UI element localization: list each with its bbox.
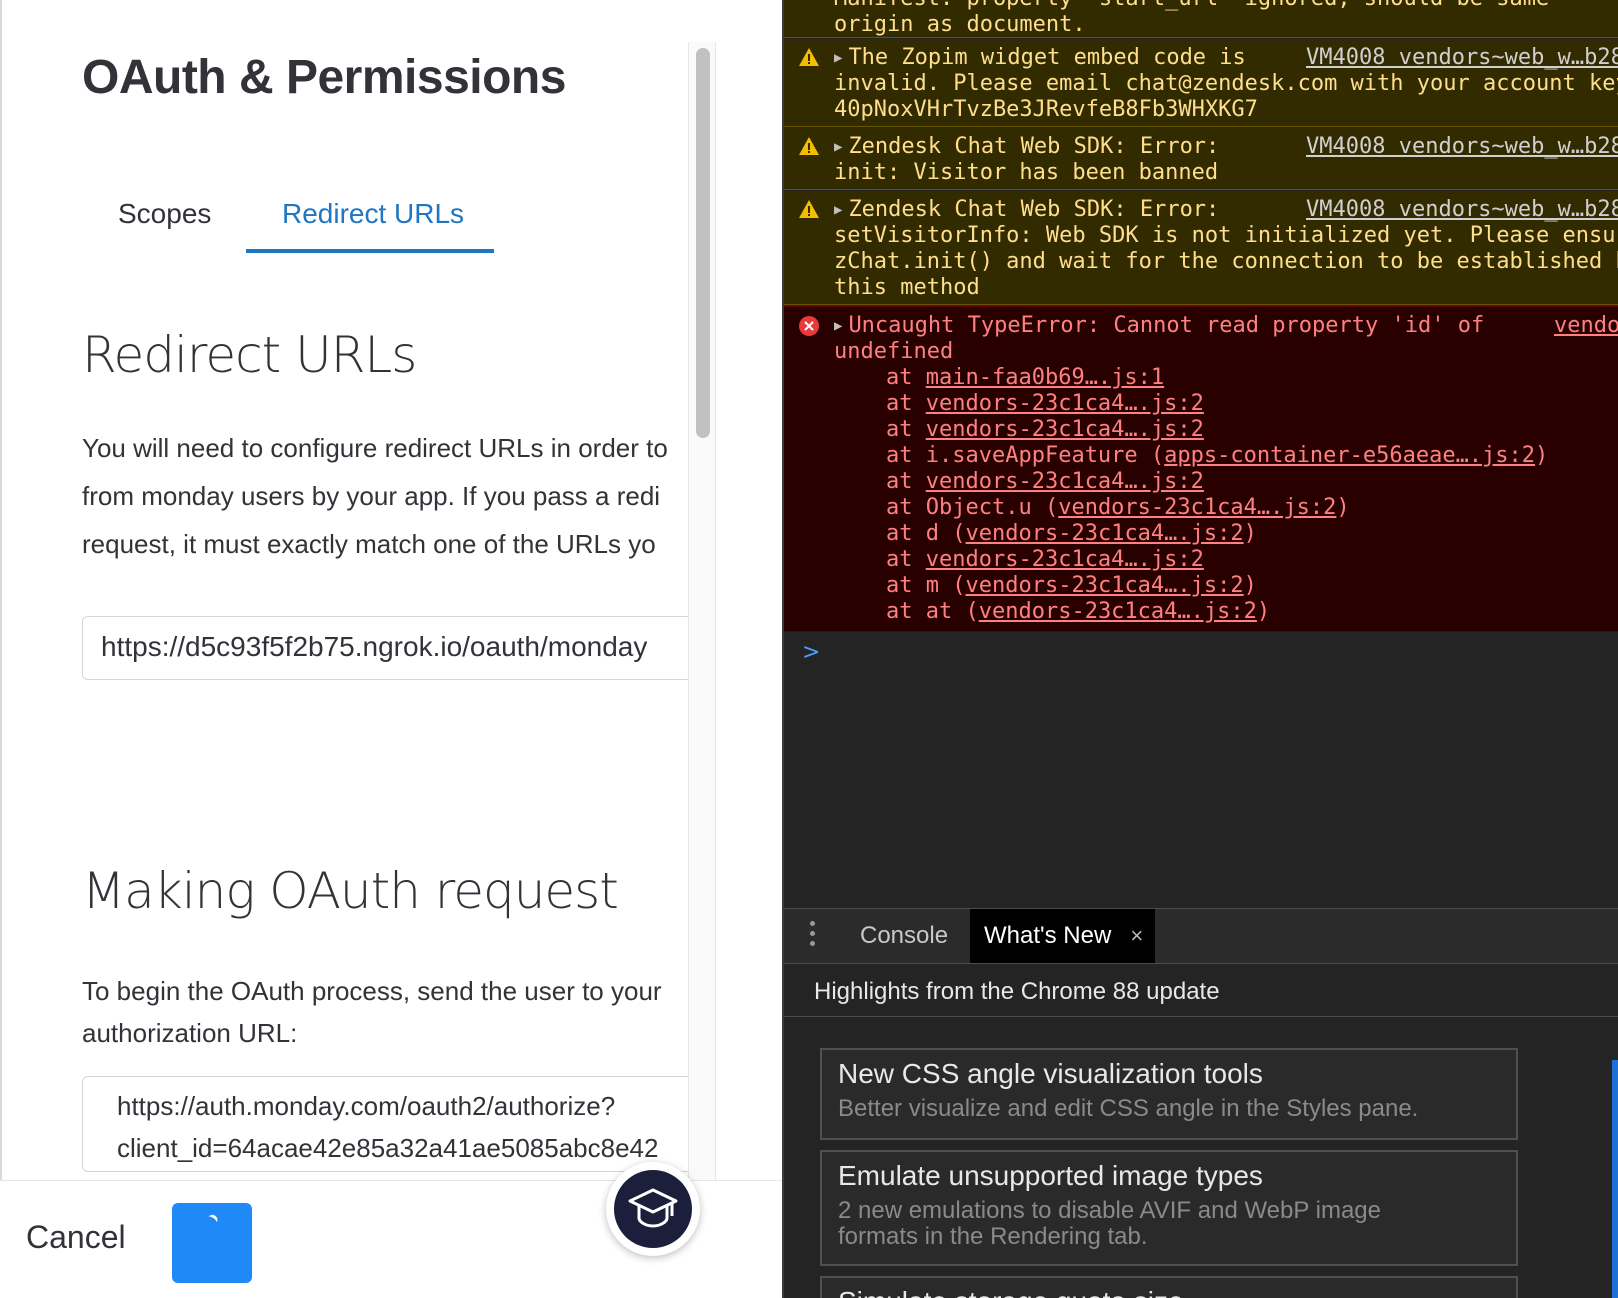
description-line: from monday users by your app. If you pa…	[82, 481, 661, 511]
warning-icon	[799, 200, 819, 218]
feature-card-title: Emulate unsupported image types	[838, 1160, 1263, 1191]
console-error[interactable]: ▶ Uncaught TypeError: Cannot read propert…	[784, 306, 1618, 632]
authorize-url-line: https://auth.monday.com/oauth2/authorize…	[117, 1091, 616, 1121]
feature-card-desc: 2 new emulations to disable AVIF and Web…	[838, 1197, 1381, 1250]
stack-frame-link[interactable]: vendors-23c1ca4….js:2	[966, 573, 1244, 598]
error-icon	[799, 316, 819, 336]
message-line: Manifest: property 'start_url' ignored, …	[834, 0, 1549, 12]
stack-frame-link[interactable]: apps-container-e56aeae….js:2	[1164, 443, 1535, 468]
console-warning[interactable]: ▶ Zendesk Chat Web SDK: Error: VM4008 ven…	[784, 128, 1618, 190]
stack-frame-link[interactable]: main-faa0b69….js:1	[926, 365, 1164, 390]
console-warning[interactable]: ▶ Zendesk Chat Web SDK: Error: VM4008 ven…	[784, 191, 1618, 305]
stack-frame-link[interactable]: vendors-23c1ca4….js:2	[1058, 495, 1336, 520]
tab-bar: Scopes Redirect URLs	[82, 190, 682, 258]
tab-scopes[interactable]: Scopes	[118, 198, 211, 230]
settings-content: OAuth & Permissions Scopes Redirect URLs…	[0, 0, 690, 1180]
message-line: Zendesk Chat Web SDK: Error:	[848, 197, 1220, 222]
message-line: undefined	[834, 339, 954, 364]
devtools-pane: Manifest: property 'start_url' ignored, …	[782, 0, 1618, 1298]
expand-arrow-icon[interactable]: ▶	[834, 197, 842, 223]
highlights-title: Highlights from the Chrome 88 update	[814, 978, 1220, 1005]
feature-card-desc: Better visualize and edit CSS angle in t…	[838, 1095, 1419, 1122]
expand-arrow-icon[interactable]: ▶	[834, 313, 842, 339]
graduation-cap-icon	[614, 1170, 692, 1248]
oauth-request-heading: Making OAuth request	[82, 862, 619, 920]
stack-frame-link[interactable]: vendors-23c1ca4….js:2	[926, 417, 1204, 442]
tab-redirect-urls[interactable]: Redirect URLs	[282, 198, 464, 230]
expand-arrow-icon[interactable]: ▶	[834, 45, 842, 71]
stack-frame-link[interactable]: vendors-23c1ca4….js:2	[926, 547, 1204, 572]
stack-frame: at m (vendors-23c1ca4….js:2)	[886, 573, 1257, 598]
tab-console[interactable]: Console	[846, 909, 962, 963]
stack-frame: at Object.u (vendors-23c1ca4….js:2)	[886, 495, 1350, 520]
stack-frame: at vendors-23c1ca4….js:2	[886, 417, 1204, 442]
warning-icon	[799, 48, 819, 66]
more-options-icon[interactable]	[810, 921, 816, 951]
message-line: this method	[834, 275, 980, 300]
message-line: Uncaught TypeError: Cannot read property…	[848, 313, 1485, 338]
loading-spinner-icon	[206, 1212, 220, 1226]
stack-frame-link[interactable]: vendors-23c1ca4….js:2	[979, 599, 1257, 624]
stack-frame-link[interactable]: vendors-23c1ca4….js:2	[966, 521, 1244, 546]
console-warning[interactable]: Manifest: property 'start_url' ignored, …	[784, 0, 1618, 38]
oauth-description: To begin the OAuth process, send the use…	[82, 970, 662, 1054]
authorize-url-line: client_id=64acae42e85a32a41ae5085abc8e42	[117, 1133, 659, 1163]
message-line: The Zopim widget embed code is	[848, 45, 1246, 70]
stack-frame: at at (vendors-23c1ca4….js:2)	[886, 599, 1271, 624]
message-line: invalid. Please email chat@zendesk.com w…	[834, 71, 1618, 96]
stack-frame: at d (vendors-23c1ca4….js:2)	[886, 521, 1257, 546]
stack-frame-link[interactable]: vendors-23c1ca4….js:2	[926, 391, 1204, 416]
drawer-tab-bar: Console What's New ×	[784, 908, 1618, 964]
source-link[interactable]: vendo	[1554, 313, 1618, 339]
description-line: authorization URL:	[82, 1018, 298, 1048]
stack-frame: at main-faa0b69….js:1	[886, 365, 1165, 390]
warning-icon	[799, 137, 819, 155]
redirect-description: You will need to configure redirect URLs…	[82, 424, 668, 568]
stack-frame-link[interactable]: vendors-23c1ca4….js:2	[926, 469, 1204, 494]
message-line: Zendesk Chat Web SDK: Error:	[848, 134, 1220, 159]
close-icon[interactable]: ×	[1130, 909, 1143, 963]
tab-whats-new[interactable]: What's New ×	[970, 909, 1156, 963]
cancel-button[interactable]: Cancel	[26, 1219, 126, 1256]
tab-label: What's New	[984, 922, 1112, 949]
feature-card[interactable]: Simulate storage quota size	[820, 1276, 1518, 1298]
authorize-url-box[interactable]: https://auth.monday.com/oauth2/authorize…	[82, 1076, 690, 1172]
description-line: To begin the OAuth process, send the use…	[82, 976, 662, 1006]
expand-arrow-icon[interactable]: ▶	[834, 134, 842, 160]
save-button-loading[interactable]	[172, 1203, 252, 1283]
message-line: setVisitorInfo: Web SDK is not initializ…	[834, 223, 1618, 248]
blue-edge-strip	[1612, 1060, 1618, 1298]
stack-frame: at vendors-23c1ca4….js:2	[886, 547, 1204, 572]
stack-frame: at vendors-23c1ca4….js:2	[886, 391, 1204, 416]
source-link[interactable]: VM4008 vendors~web_w…b28	[1306, 45, 1618, 71]
learning-center-button[interactable]	[606, 1162, 700, 1256]
message-line: 40pNoxVHrTvzBe3JRevfeB8Fb3WHXKG7	[834, 97, 1258, 122]
feature-card-title: New CSS angle visualization tools	[838, 1058, 1263, 1089]
stack-frame: at i.saveAppFeature (apps-container-e56a…	[886, 443, 1549, 468]
redirect-url-input[interactable]: https://d5c93f5f2b75.ngrok.io/oauth/mond…	[82, 616, 690, 680]
active-tab-indicator	[246, 249, 494, 253]
redirect-urls-heading: Redirect URLs	[82, 326, 417, 384]
feature-card-title: Simulate storage quota size	[838, 1286, 1184, 1298]
message-line: origin as document.	[834, 12, 1086, 37]
feature-card[interactable]: New CSS angle visualization tools Better…	[820, 1048, 1518, 1140]
app-pane: OAuth & Permissions Scopes Redirect URLs…	[0, 0, 782, 1298]
console-prompt-icon[interactable]: >	[802, 640, 820, 665]
feature-card[interactable]: Emulate unsupported image types 2 new em…	[820, 1150, 1518, 1266]
description-line: request, it must exactly match one of th…	[82, 529, 656, 559]
whats-new-panel: Highlights from the Chrome 88 update New…	[784, 964, 1618, 1298]
content-scrollbar[interactable]	[688, 42, 716, 1182]
divider	[784, 1016, 1618, 1017]
page-title: OAuth & Permissions	[82, 51, 566, 104]
source-link[interactable]: VM4008 vendors~web_w…b28	[1306, 134, 1618, 160]
message-line: init: Visitor has been banned	[834, 160, 1219, 185]
console-warning[interactable]: ▶ The Zopim widget embed code is VM4008 v…	[784, 39, 1618, 127]
source-link[interactable]: VM4008 vendors~web_w…b28	[1306, 197, 1618, 223]
scrollbar-thumb[interactable]	[696, 48, 710, 438]
description-line: You will need to configure redirect URLs…	[82, 433, 668, 463]
stack-frame: at vendors-23c1ca4….js:2	[886, 469, 1204, 494]
message-line: zChat.init() and wait for the connection…	[834, 249, 1618, 274]
